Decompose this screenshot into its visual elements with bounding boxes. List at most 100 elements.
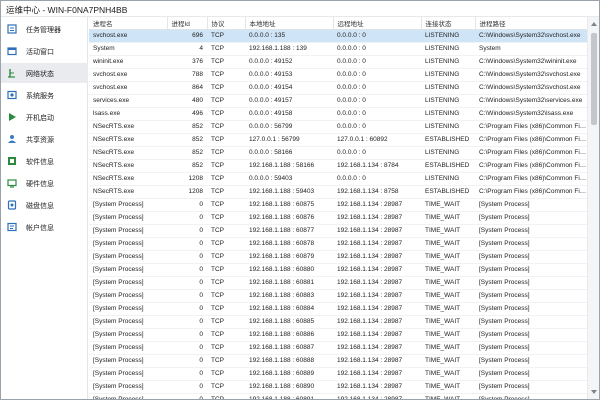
table-row[interactable]: [System Process] 0 TCP 192.168.1.188 : 6087… bbox=[89, 224, 587, 238]
cell-remote-address: 192.168.1.134 : 28987 bbox=[333, 224, 421, 238]
cell-pid: 496 bbox=[167, 107, 207, 121]
table-row[interactable]: [System Process] 0 TCP 192.168.1.188 : 6088… bbox=[89, 341, 587, 355]
table-row[interactable]: svchost.exe 788 TCP 0.0.0.0 : 49153 0.0.0.0 … bbox=[89, 68, 587, 82]
sidebar-item-network[interactable]: 网络状态 bbox=[1, 63, 88, 83]
sidebar-item-disk[interactable]: 磁盘信息 bbox=[1, 195, 88, 215]
vertical-scrollbar[interactable] bbox=[587, 17, 599, 399]
cell-path: C:\Program Files (x86)\Common File... bbox=[475, 146, 587, 160]
cell-local-address: 192.168.1.188 : 60888 bbox=[245, 354, 333, 368]
cell-local-address: 0.0.0.0 : 49158 bbox=[245, 107, 333, 121]
cell-remote-address: 192.168.1.134 : 28987 bbox=[333, 263, 421, 277]
cell-local-address: 192.168.1.188 : 60890 bbox=[245, 380, 333, 394]
cell-local-address: 192.168.1.188 : 60886 bbox=[245, 328, 333, 342]
table-row[interactable]: NSecRTS.exe 1208 TCP 0.0.0.0 : 59403 0.0.0.0… bbox=[89, 172, 587, 186]
table-row[interactable]: [System Process] 0 TCP 192.168.1.188 : 6087… bbox=[89, 198, 587, 212]
cell-protocol: TCP bbox=[207, 29, 245, 43]
column-header-protocol[interactable]: 协议 bbox=[207, 17, 246, 30]
cell-process-name: services.exe bbox=[89, 94, 167, 108]
cell-path: [System Process] bbox=[475, 237, 587, 251]
table-row[interactable]: NSecRTS.exe 852 TCP 0.0.0.0 : 56799 0.0.0.0 … bbox=[89, 120, 587, 134]
cell-remote-address: 192.168.1.134 : 28987 bbox=[333, 237, 421, 251]
cell-local-address: 192.168.1.188 : 60880 bbox=[245, 263, 333, 277]
cell-process-name: [System Process] bbox=[89, 198, 167, 212]
scrollbar-thumb[interactable] bbox=[591, 33, 597, 125]
column-header-process-name[interactable]: 进程名 bbox=[89, 17, 168, 30]
cell-pid: 0 bbox=[167, 276, 207, 290]
sidebar-item-hardware[interactable]: 硬件信息 bbox=[1, 173, 88, 193]
cell-process-name: svchost.exe bbox=[89, 68, 167, 82]
sidebar-item-label: 磁盘信息 bbox=[26, 203, 54, 210]
sidebar-item-share[interactable]: 共享资源 bbox=[1, 129, 88, 149]
cell-local-address: 0.0.0.0 : 58166 bbox=[245, 146, 333, 160]
sidebar-item-task-manager[interactable]: 任务管理器 bbox=[1, 19, 88, 39]
column-header-path[interactable]: 进程路径 bbox=[475, 17, 587, 30]
sidebar-item-software[interactable]: 软件信息 bbox=[1, 151, 88, 171]
sidebar-item-service[interactable]: 系统服务 bbox=[1, 85, 88, 105]
service-icon bbox=[7, 90, 17, 100]
table-row[interactable]: [System Process] 0 TCP 192.168.1.188 : 6088… bbox=[89, 354, 587, 368]
column-header-remote-address[interactable]: 远程地址 bbox=[333, 17, 422, 30]
cell-protocol: TCP bbox=[207, 185, 245, 199]
sidebar-item-window[interactable]: 活动窗口 bbox=[1, 41, 88, 61]
cell-pid: 0 bbox=[167, 328, 207, 342]
cell-protocol: TCP bbox=[207, 94, 245, 108]
sidebar-item-account[interactable]: 帐户信息 bbox=[1, 217, 88, 237]
table-row[interactable]: [System Process] 0 TCP 192.168.1.188 : 6088… bbox=[89, 263, 587, 277]
cell-state: TIME_WAIT bbox=[421, 328, 475, 342]
column-header-pid[interactable]: 进程Id bbox=[167, 17, 208, 30]
cell-remote-address: 192.168.1.134 : 28987 bbox=[333, 302, 421, 316]
column-header-local-address[interactable]: 本地地址 bbox=[245, 17, 334, 30]
table-row[interactable]: svchost.exe 696 TCP 0.0.0.0 : 135 0.0.0.0 : … bbox=[89, 29, 587, 43]
cell-state: TIME_WAIT bbox=[421, 315, 475, 329]
table-row[interactable]: NSecRTS.exe 852 TCP 0.0.0.0 : 58166 0.0.0.0 … bbox=[89, 146, 587, 160]
cell-state: LISTENING bbox=[421, 55, 475, 69]
cell-protocol: TCP bbox=[207, 42, 245, 56]
cell-path: C:\Windows\System32\wininit.exe bbox=[475, 55, 587, 69]
table-row[interactable]: System 4 TCP 192.168.1.188 : 139 0.0.0.0 : 0… bbox=[89, 42, 587, 56]
cell-remote-address: 192.168.1.134 : 28987 bbox=[333, 393, 421, 399]
cell-state: LISTENING bbox=[421, 42, 475, 56]
table-row[interactable]: svchost.exe 864 TCP 0.0.0.0 : 49154 0.0.0.0 … bbox=[89, 81, 587, 95]
sidebar-item-startup[interactable]: 开机启动 bbox=[1, 107, 88, 127]
table-row[interactable]: [System Process]0TCP192.168.1.188 : 6089… bbox=[89, 380, 587, 394]
table-row[interactable]: NSecRTS.exe 1208 TCP 192.168.1.188 : 59403 1… bbox=[89, 185, 587, 199]
title-bar[interactable]: 运维中心 - WIN-F0NA7PNH4BB bbox=[1, 1, 599, 17]
cell-process-name: wininit.exe bbox=[89, 55, 167, 69]
table-row[interactable]: [System Process] 0 TCP 192.168.1.188 : 6087… bbox=[89, 211, 587, 225]
sidebar-item-label: 活动窗口 bbox=[26, 49, 54, 56]
cell-path: [System Process] bbox=[475, 289, 587, 303]
hardware-icon bbox=[7, 178, 17, 188]
table-row[interactable]: [System Process] 0 TCP 192.168.1.188 : 6087… bbox=[89, 250, 587, 264]
table-row[interactable]: [System Process] 0 TCP 192.168.1.188 : 6088… bbox=[89, 302, 587, 316]
cell-process-name: NSecRTS.exe bbox=[89, 172, 167, 186]
sidebar-item-label: 开机启动 bbox=[26, 115, 54, 122]
table-row[interactable]: [System Process] 0 TCP 192.168.1.188 : 6087… bbox=[89, 237, 587, 251]
cell-local-address: 192.168.1.188 : 59403 bbox=[245, 185, 333, 199]
table-row[interactable]: lsass.exe 496 TCP 0.0.0.0 : 49158 0.0.0.0 : … bbox=[89, 107, 587, 121]
table-row[interactable]: [System Process] 0 TCP 192.168.1.188 : 6088… bbox=[89, 328, 587, 342]
cell-remote-address: 192.168.1.134 : 28987 bbox=[333, 289, 421, 303]
cell-path: C:\Windows\System32\svchost.exe bbox=[475, 29, 587, 43]
column-header-state[interactable]: 连接状态 bbox=[421, 17, 476, 30]
scroll-down-arrow-icon[interactable] bbox=[591, 390, 597, 394]
cell-local-address: 127.0.0.1 : 56799 bbox=[245, 133, 333, 147]
table-row[interactable]: [System Process] 0 TCP 192.168.1.188 : 6088… bbox=[89, 367, 587, 381]
cell-protocol: TCP bbox=[207, 172, 245, 186]
table-row[interactable]: NSecRTS.exe 852 TCP 127.0.0.1 : 56799 127.0.… bbox=[89, 133, 587, 147]
cell-path: System bbox=[475, 42, 587, 56]
table-row[interactable]: wininit.exe 376 TCP 0.0.0.0 : 49152 0.0.0.0 … bbox=[89, 55, 587, 69]
cell-pid: 0 bbox=[167, 315, 207, 329]
table-row[interactable]: [System Process] 0 TCP 192.168.1.188 : 6088… bbox=[89, 289, 587, 303]
cell-pid: 0 bbox=[167, 380, 207, 394]
cell-pid: 852 bbox=[167, 133, 207, 147]
table-row[interactable]: [System Process] 0 TCP 192.168.1.188 : 6088… bbox=[89, 276, 587, 290]
cell-state: TIME_WAIT bbox=[421, 276, 475, 290]
scroll-up-arrow-icon[interactable] bbox=[591, 22, 597, 26]
table-row[interactable]: NSecRTS.exe 852 TCP 192.168.1.188 : 58166 19… bbox=[89, 159, 587, 173]
cell-protocol: TCP bbox=[207, 237, 245, 251]
cell-state: TIME_WAIT bbox=[421, 263, 475, 277]
table-row[interactable]: [System Process] 0 TCP 192.168.1.188 : 6088… bbox=[89, 315, 587, 329]
table-row[interactable]: services.exe 480 TCP 0.0.0.0 : 49157 0.0.0.0… bbox=[89, 94, 587, 108]
table-row[interactable]: [System Process]0TCP192.168.1.188 : 6089… bbox=[89, 393, 587, 399]
cell-path: C:\Program Files (x86)\Common File... bbox=[475, 120, 587, 134]
